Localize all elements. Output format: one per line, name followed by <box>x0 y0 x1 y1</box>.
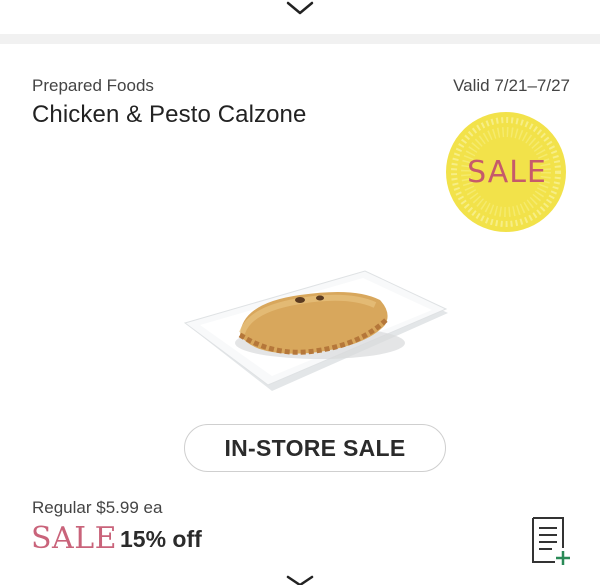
add-to-list-icon[interactable] <box>530 515 572 567</box>
product-category: Prepared Foods <box>32 76 154 95</box>
sale-badge-text: SALE <box>467 155 547 190</box>
collapse-chevron-icon[interactable] <box>284 0 316 16</box>
discount-text: 15% off <box>120 526 202 552</box>
valid-dates: Valid 7/21–7/27 <box>453 76 570 95</box>
in-store-sale-button[interactable]: IN-STORE SALE <box>184 424 446 472</box>
sale-badge: SALE <box>446 112 566 232</box>
product-title: Chicken & Pesto Calzone <box>32 101 307 128</box>
sale-label: SALE <box>31 521 118 556</box>
section-divider <box>0 34 600 44</box>
regular-price: Regular $5.99 ea <box>32 498 163 517</box>
expand-chevron-icon[interactable] <box>284 575 316 585</box>
product-image <box>183 270 448 391</box>
